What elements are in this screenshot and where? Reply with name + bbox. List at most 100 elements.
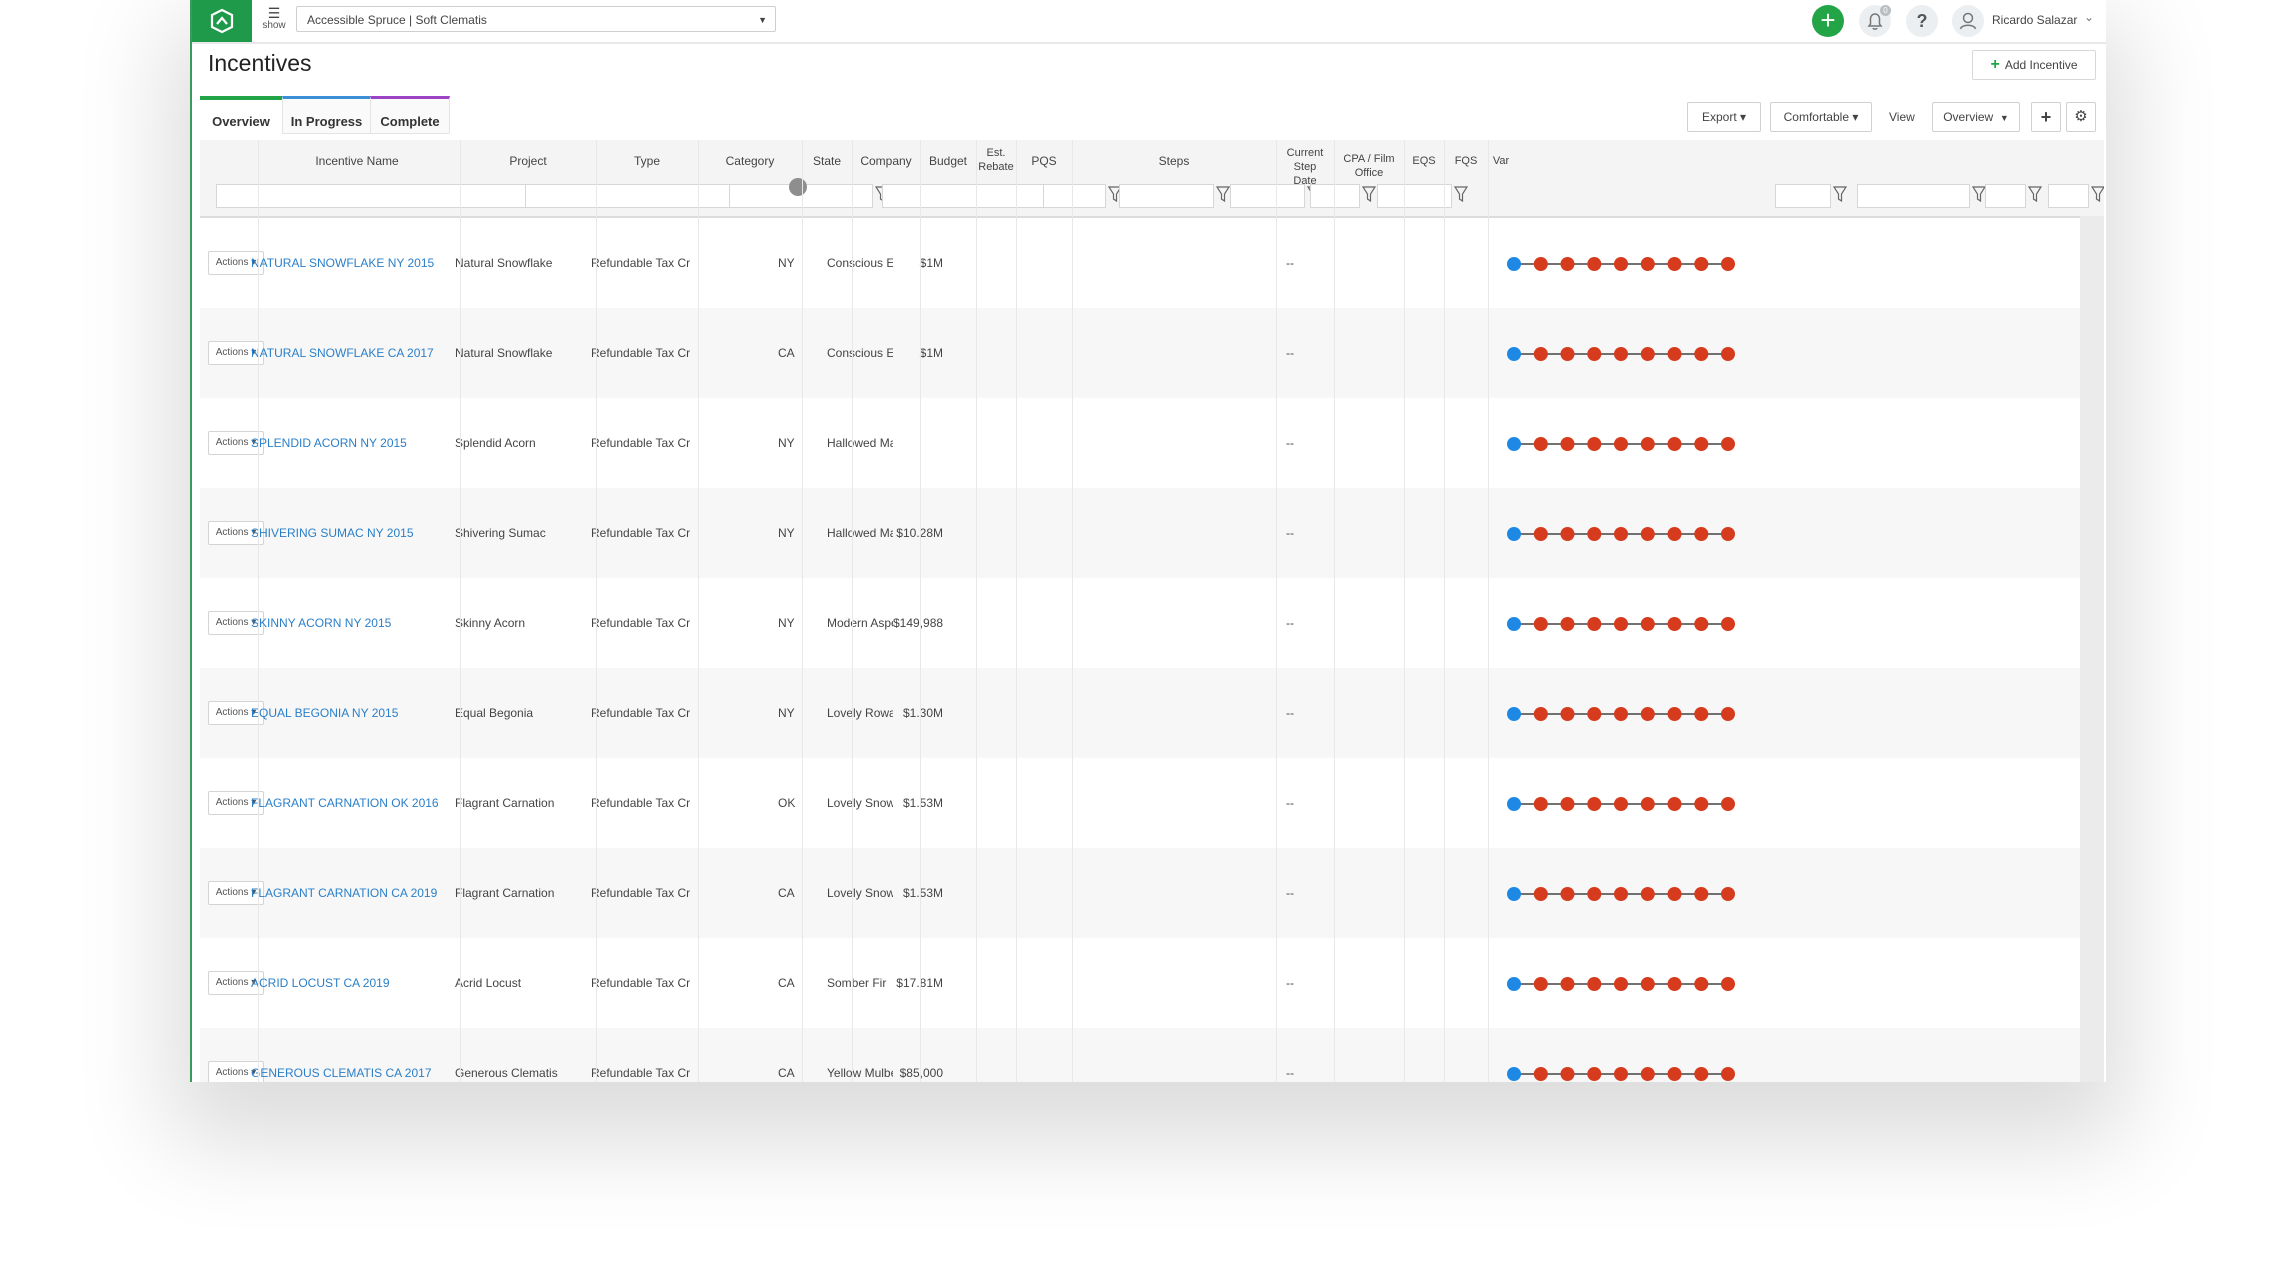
view-select[interactable]: Overview ▼ xyxy=(1932,102,2020,132)
user-menu-chevron-icon[interactable]: ⌄ xyxy=(2084,10,2094,24)
cell-incentive-name[interactable]: NATURAL SNOWFLAKE NY 2015 xyxy=(251,218,449,308)
step-dot[interactable] xyxy=(1507,437,1521,451)
step-dot[interactable] xyxy=(1533,257,1548,271)
step-dot[interactable] xyxy=(1533,1067,1548,1081)
filter-funnel-icon[interactable] xyxy=(1362,184,1376,204)
step-dot[interactable] xyxy=(1587,437,1602,451)
step-dot[interactable] xyxy=(1560,347,1575,361)
col-fqs[interactable]: FQS xyxy=(1444,154,1488,168)
step-dot[interactable] xyxy=(1614,617,1628,631)
col-est-rebate[interactable]: Est. Rebate xyxy=(976,146,1016,174)
col-budget[interactable]: Budget xyxy=(920,154,976,168)
filter-funnel-icon[interactable] xyxy=(1216,184,1230,204)
step-dot[interactable] xyxy=(1721,887,1735,901)
step-dot[interactable] xyxy=(1560,527,1575,541)
step-dot[interactable] xyxy=(1560,707,1575,721)
step-dot[interactable] xyxy=(1640,1067,1655,1081)
density-dropdown[interactable]: Comfortable ▾ xyxy=(1770,102,1872,132)
step-dot[interactable] xyxy=(1721,257,1735,271)
step-dot[interactable] xyxy=(1560,887,1575,901)
cell-incentive-name[interactable]: SKINNY ACORN NY 2015 xyxy=(251,578,449,668)
filter-eqs[interactable] xyxy=(1985,184,2026,208)
step-dot[interactable] xyxy=(1694,437,1709,451)
cell-incentive-name[interactable]: FLAGRANT CARNATION OK 2016 xyxy=(251,758,449,848)
tab-overview[interactable]: Overview xyxy=(200,96,282,134)
filter-fqs[interactable] xyxy=(2048,184,2089,208)
step-dot[interactable] xyxy=(1507,977,1521,991)
step-dot[interactable] xyxy=(1667,797,1682,811)
step-dot[interactable] xyxy=(1640,887,1655,901)
step-progress[interactable] xyxy=(1506,706,1736,722)
step-dot[interactable] xyxy=(1533,617,1548,631)
filter-funnel-icon[interactable] xyxy=(2091,184,2104,204)
step-dot[interactable] xyxy=(1533,437,1548,451)
step-dot[interactable] xyxy=(1640,797,1655,811)
step-dot[interactable] xyxy=(1694,977,1709,991)
step-dot[interactable] xyxy=(1667,257,1682,271)
step-dot[interactable] xyxy=(1533,347,1548,361)
step-dot[interactable] xyxy=(1507,707,1521,721)
step-dot[interactable] xyxy=(1587,257,1602,271)
step-dot[interactable] xyxy=(1533,887,1548,901)
step-dot[interactable] xyxy=(1533,977,1548,991)
step-dot[interactable] xyxy=(1721,707,1735,721)
step-dot[interactable] xyxy=(1694,347,1709,361)
cell-incentive-name[interactable]: GENEROUS CLEMATIS CA 2017 xyxy=(251,1028,449,1082)
step-progress[interactable] xyxy=(1506,526,1736,542)
step-dot[interactable] xyxy=(1560,437,1575,451)
tab-in-progress[interactable]: In Progress xyxy=(282,96,370,134)
step-dot[interactable] xyxy=(1640,257,1655,271)
avatar[interactable] xyxy=(1952,5,1984,37)
col-company[interactable]: Company xyxy=(852,154,920,168)
step-dot[interactable] xyxy=(1721,797,1735,811)
cell-incentive-name[interactable]: SPLENDID ACORN NY 2015 xyxy=(251,398,449,488)
filter-company[interactable] xyxy=(1119,184,1214,208)
step-progress[interactable] xyxy=(1506,346,1736,362)
step-dot[interactable] xyxy=(1587,347,1602,361)
step-dot[interactable] xyxy=(1587,617,1602,631)
step-dot[interactable] xyxy=(1721,347,1735,361)
filter-funnel-icon[interactable] xyxy=(2028,184,2042,204)
project-select[interactable]: Accessible Spruce | Soft Clematis ▼ xyxy=(296,6,776,32)
col-current-step-date[interactable]: Current Step Date xyxy=(1276,146,1334,188)
step-dot[interactable] xyxy=(1560,797,1575,811)
step-dot[interactable] xyxy=(1560,1067,1575,1081)
step-dot[interactable] xyxy=(1667,1067,1682,1081)
step-dot[interactable] xyxy=(1640,617,1655,631)
step-dot[interactable] xyxy=(1614,887,1628,901)
step-dot[interactable] xyxy=(1721,617,1735,631)
step-dot[interactable] xyxy=(1587,527,1602,541)
step-dot[interactable] xyxy=(1667,887,1682,901)
add-column-button[interactable]: + xyxy=(2031,102,2061,132)
filter-funnel-icon[interactable] xyxy=(1833,184,1847,204)
step-dot[interactable] xyxy=(1721,527,1735,541)
cell-incentive-name[interactable]: FLAGRANT CARNATION CA 2019 xyxy=(251,848,449,938)
step-dot[interactable] xyxy=(1560,617,1575,631)
step-dot[interactable] xyxy=(1614,527,1628,541)
step-dot[interactable] xyxy=(1533,797,1548,811)
cell-incentive-name[interactable]: EQUAL BEGONIA NY 2015 xyxy=(251,668,449,758)
filter-funnel-icon[interactable] xyxy=(1972,184,1986,204)
create-new-button[interactable]: + xyxy=(1812,5,1844,37)
step-dot[interactable] xyxy=(1667,617,1682,631)
step-dot[interactable] xyxy=(1667,437,1682,451)
filter-current-step-date[interactable] xyxy=(1775,184,1831,208)
filter-cpa[interactable] xyxy=(1857,184,1970,208)
step-dot[interactable] xyxy=(1533,707,1548,721)
step-dot[interactable] xyxy=(1640,527,1655,541)
step-dot[interactable] xyxy=(1587,707,1602,721)
step-dot[interactable] xyxy=(1614,707,1628,721)
step-dot[interactable] xyxy=(1507,887,1521,901)
step-dot[interactable] xyxy=(1640,437,1655,451)
col-type[interactable]: Type xyxy=(596,154,698,168)
step-dot[interactable] xyxy=(1694,797,1709,811)
step-dot[interactable] xyxy=(1667,707,1682,721)
step-progress[interactable] xyxy=(1506,1066,1736,1082)
step-dot[interactable] xyxy=(1694,527,1709,541)
step-dot[interactable] xyxy=(1694,257,1709,271)
step-dot[interactable] xyxy=(1507,257,1521,271)
step-dot[interactable] xyxy=(1640,347,1655,361)
step-dot[interactable] xyxy=(1614,977,1628,991)
export-dropdown[interactable]: Export ▾ xyxy=(1687,102,1761,132)
step-dot[interactable] xyxy=(1614,1067,1628,1081)
